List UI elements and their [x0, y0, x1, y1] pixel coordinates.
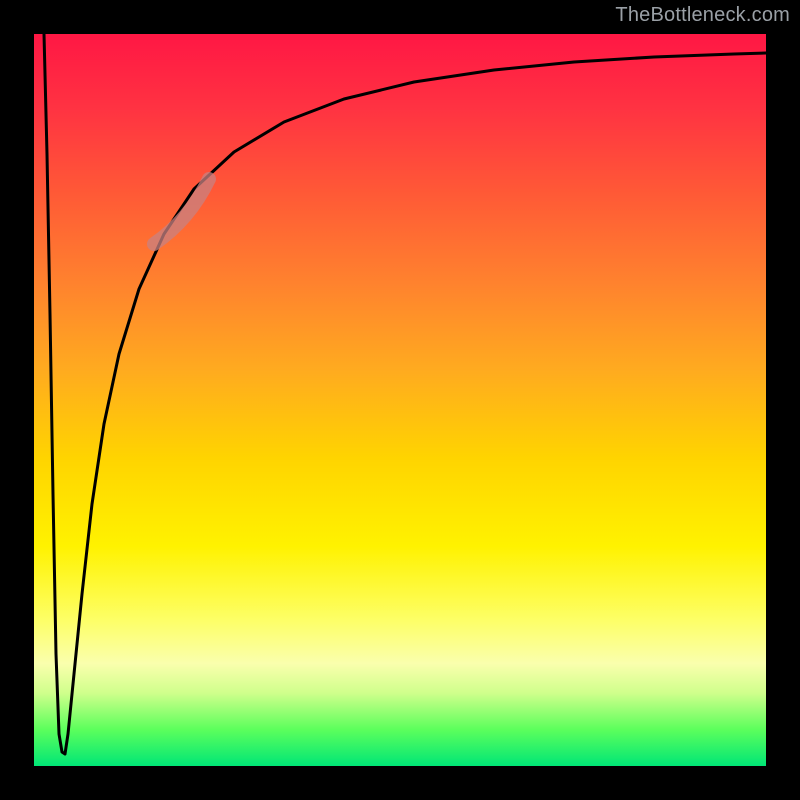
- chart-svg: [34, 34, 766, 766]
- plot-area: [34, 34, 766, 766]
- curve-highlight: [154, 179, 209, 244]
- curve-line: [44, 34, 766, 754]
- chart-container: TheBottleneck.com: [0, 0, 800, 800]
- attribution-label: TheBottleneck.com: [615, 4, 790, 27]
